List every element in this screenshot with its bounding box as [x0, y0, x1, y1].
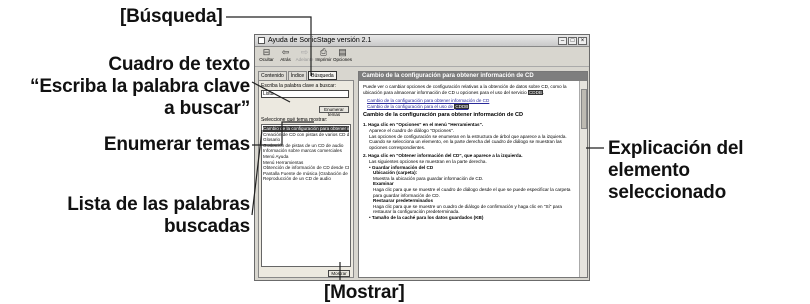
highlight-term: CDDB	[454, 103, 470, 109]
callout-line: Explicación del	[608, 138, 744, 159]
list-item[interactable]: Cambio de la configuración para obtener …	[263, 126, 349, 132]
list-topics-button[interactable]: Enumerar temas	[319, 106, 349, 117]
bullet-2-text: Tamaño de la caché para los datos guarda…	[371, 214, 484, 220]
topic-list[interactable]: Cambio de la configuración para obtener …	[261, 124, 351, 267]
close-icon[interactable]: ×	[578, 36, 587, 45]
callout-busqueda: [Búsqueda]	[120, 6, 223, 27]
toolbar: ⊟ Ocultar ⇦ Atrás ⇨ Adelante ⎙ Imprimir ▤ Opc…	[255, 47, 589, 67]
title-bar: Ayuda de SonicStage versión 2.1 – □ ×	[255, 35, 589, 47]
minimize-icon[interactable]: –	[558, 36, 567, 45]
print-label: Imprimir	[315, 57, 332, 62]
bullet-1-text: Guardar información del CD	[371, 164, 434, 170]
forward-label: Adelante	[295, 57, 314, 62]
keyword-label: Escriba la palabra clave a buscar:	[261, 83, 337, 89]
maximize-icon[interactable]: □	[568, 36, 577, 45]
intro-paragraph: Puede ver o cambiar opciones de configur…	[363, 84, 567, 95]
back-label: Atrás	[280, 57, 291, 62]
callout-line: elemento seleccionado	[608, 160, 726, 203]
bullet-2: • Tamaño de la caché para los datos guar…	[369, 214, 484, 220]
scrollbar[interactable]	[579, 81, 587, 277]
callout-line: Cuadro de texto	[108, 54, 250, 75]
option-desc: Haga clic para que se muestre el cuadro …	[373, 186, 571, 198]
callout-line: Lista de las palabras	[67, 194, 250, 215]
links: Cambio de la configuración para obtener …	[363, 98, 575, 109]
print-button[interactable]: ⎙ Imprimir	[315, 47, 332, 66]
link-text: Cambio de la configuración para el uso d…	[367, 103, 454, 109]
callout-explicacion: Explicación del elemento seleccionado	[608, 138, 810, 204]
print-icon: ⎙	[319, 47, 328, 57]
callout-line: “Escriba la palabra clave	[30, 76, 250, 97]
topic-content-pane: Cambio de la configuración para obtener …	[358, 71, 588, 278]
hide-icon: ⊟	[262, 47, 271, 57]
options-button[interactable]: ▤ Opciones	[333, 47, 353, 66]
option-desc: Haga clic para que se muestre un cuadro …	[373, 203, 562, 215]
show-button[interactable]: Mostrar	[328, 270, 350, 277]
callout-cuadro-de-texto: Cuadro de texto “Escriba la palabra clav…	[6, 54, 250, 120]
back-button[interactable]: ⇦ Atrás	[277, 47, 294, 66]
hide-button[interactable]: ⊟ Ocultar	[258, 47, 275, 66]
callout-line: buscadas	[163, 216, 250, 237]
forward-icon: ⇨	[300, 47, 309, 57]
tab-indice[interactable]: Índice	[287, 71, 308, 80]
tab-busqueda[interactable]: Búsqueda	[308, 71, 337, 80]
search-panel: Escriba la palabra clave a buscar: Enume…	[258, 80, 354, 278]
tab-contenido[interactable]: Contenido	[258, 71, 287, 80]
callout-mostrar: [Mostrar]	[324, 282, 405, 303]
topic-header: Cambio de la configuración para obtener …	[359, 72, 587, 81]
tab-strip: Contenido Índice Búsqueda	[258, 71, 354, 80]
list-item[interactable]: Obtención de información de CD desde CD	[263, 165, 349, 171]
step-1-desc: Las opciones de configuración se enumera…	[369, 133, 567, 150]
hide-label: Ocultar	[259, 57, 274, 62]
help-window: Ayuda de SonicStage versión 2.1 – □ × ⊟ O…	[254, 34, 590, 281]
callout-lista: Lista de las palabras buscadas	[40, 194, 250, 238]
topic-body: Puede ver o cambiar opciones de configur…	[359, 81, 579, 277]
section-title: Cambio de la configuración para obtener …	[363, 112, 524, 119]
app-icon	[258, 37, 265, 44]
callout-line: a buscar”	[164, 98, 250, 119]
keyword-input[interactable]	[261, 90, 349, 98]
scrollbar-thumb[interactable]	[581, 89, 587, 129]
forward-button[interactable]: ⇨ Adelante	[295, 47, 314, 66]
back-icon: ⇦	[281, 47, 290, 57]
options-label: Opciones	[333, 57, 353, 62]
list-item[interactable]: Reproducción de un CD de audio	[263, 176, 349, 182]
topic-link[interactable]: Cambio de la configuración para el uso d…	[363, 103, 575, 110]
window-title: Ayuda de SonicStage versión 2.1	[268, 37, 372, 44]
options-icon: ▤	[338, 47, 347, 57]
highlight-term: CDDB	[527, 89, 543, 95]
select-topic-label: Seleccione qué tema mostrar:	[261, 117, 328, 123]
callout-enumerar-temas: Enumerar temas	[103, 134, 250, 155]
navigation-pane: Contenido Índice Búsqueda Escriba la pal…	[258, 71, 354, 278]
